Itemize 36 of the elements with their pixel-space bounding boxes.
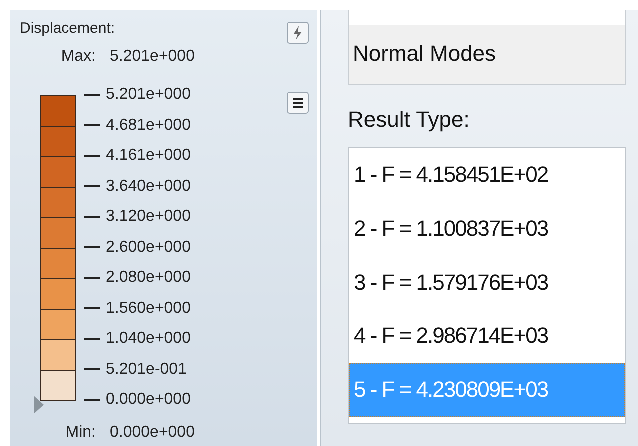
legend-title: Displacement:	[20, 20, 116, 39]
scale-tick-label: 4.161e+000	[84, 141, 191, 172]
tick-mark	[84, 154, 100, 157]
result-type-item[interactable]: 4 - F = 2.986714E+03	[349, 309, 625, 364]
scale-tick-label: 5.201e+000	[84, 80, 191, 110]
min-value: 0.000e+000	[110, 424, 195, 442]
scale-tick-label: 3.120e+000	[84, 202, 191, 232]
tick-mark	[84, 216, 100, 218]
tick-mark	[84, 185, 100, 188]
result-type-item[interactable]: 1 - F = 4.158451E+02	[349, 148, 625, 202]
subcase-field[interactable]: Normal Modes	[348, 10, 626, 85]
tick-mark	[84, 246, 100, 248]
result-type-label: Result Type:	[348, 107, 471, 134]
menu-icon[interactable]	[287, 92, 309, 114]
max-value: 5.201e+000	[110, 48, 195, 67]
scale-tick-label: 5.201e-001	[84, 354, 191, 385]
lightning-icon[interactable]	[287, 22, 309, 44]
scale-tick-label: 0.000e+000	[84, 385, 191, 416]
tick-mark	[84, 276, 100, 279]
triangle-marker-icon	[34, 396, 44, 414]
scale-tick-label: 3.640e+000	[84, 172, 191, 202]
scale-tick-label: 2.600e+000	[84, 232, 191, 263]
max-label: Max:	[60, 48, 97, 67]
scale-tick-label: 1.040e+000	[84, 324, 191, 354]
tick-mark	[84, 368, 100, 370]
scale-tick-label: 2.080e+000	[84, 263, 191, 294]
scale-tick-label: 4.681e+000	[84, 110, 191, 141]
result-type-item[interactable]: 2 - F = 1.100837E+03	[349, 202, 625, 256]
result-type-item[interactable]: 3 - F = 1.579176E+03	[349, 256, 625, 310]
tick-mark	[84, 94, 100, 96]
tick-mark	[84, 307, 100, 310]
min-label: Min:	[64, 424, 97, 442]
tick-mark	[84, 398, 100, 401]
scale-tick-label: 1.560e+000	[84, 294, 191, 324]
tick-mark	[84, 338, 100, 340]
tick-mark	[84, 124, 100, 126]
